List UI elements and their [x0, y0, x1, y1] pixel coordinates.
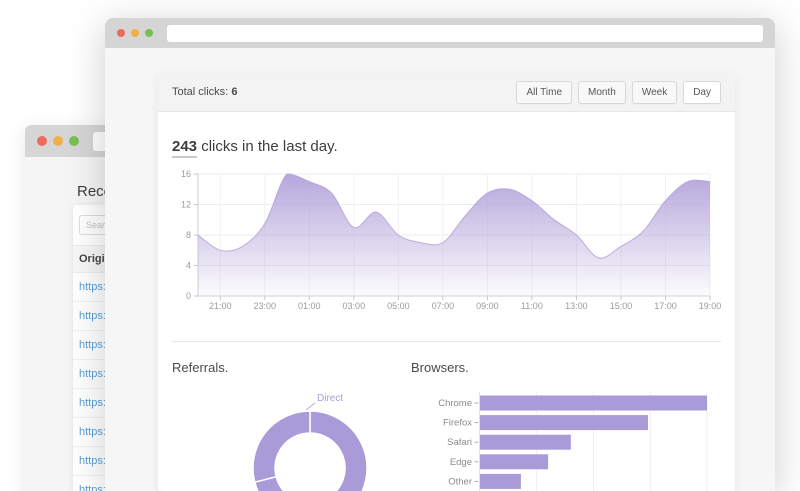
svg-text:21:00: 21:00 [209, 301, 232, 311]
bar-label: Edge [450, 457, 472, 468]
svg-text:23:00: 23:00 [254, 301, 277, 311]
close-window-icon[interactable] [117, 29, 125, 37]
front-window-titlebar [105, 18, 775, 48]
bar-label: Chrome [438, 398, 472, 409]
origin-link[interactable]: https: [79, 455, 106, 467]
browsers-bar-chart: Chrome Firefox Safari Edge Other [411, 389, 721, 491]
clicks-area-chart: 0 4 8 12 16 21:00 23:00 01:00 03:00 05:00 07:00 09:… [172, 167, 721, 315]
origin-link[interactable]: https: [79, 310, 106, 322]
svg-text:8: 8 [186, 230, 191, 240]
referrals-donut-chart: Direct [235, 391, 385, 491]
total-clicks-value: 6 [231, 86, 237, 98]
svg-text:15:00: 15:00 [610, 301, 633, 311]
clicks-headline-text: clicks in the last day. [197, 138, 338, 155]
svg-text:07:00: 07:00 [432, 301, 455, 311]
bar [480, 474, 521, 489]
bar [480, 454, 548, 469]
charts-row: Referrals. Direct Browsers. Chrome Firefo… [172, 360, 721, 491]
referrals-section: Referrals. Direct [172, 360, 411, 491]
bar [480, 415, 648, 430]
bar [480, 396, 707, 411]
svg-text:19:00: 19:00 [699, 301, 721, 311]
svg-text:13:00: 13:00 [565, 301, 588, 311]
time-filter-group: All Time Month Week Day [516, 81, 721, 104]
clicks-headline: 243 clicks in the last day. [172, 138, 721, 155]
filter-all-time-button[interactable]: All Time [516, 81, 572, 104]
svg-text:12: 12 [181, 200, 191, 210]
total-clicks-label: Total clicks: [172, 86, 228, 98]
clicks-count: 243 [172, 138, 197, 158]
svg-text:17:00: 17:00 [654, 301, 677, 311]
donut-label-direct: Direct [317, 393, 343, 404]
svg-text:16: 16 [181, 169, 191, 179]
svg-text:09:00: 09:00 [476, 301, 499, 311]
fullscreen-window-icon[interactable] [145, 29, 153, 37]
dashboard-toolbar: Total clicks: 6 All Time Month Week Day [158, 73, 735, 112]
bar [480, 435, 571, 450]
bar-label: Firefox [443, 418, 472, 429]
total-clicks: Total clicks: 6 [172, 86, 237, 98]
close-window-icon[interactable] [37, 136, 47, 146]
svg-text:11:00: 11:00 [521, 301, 543, 311]
filter-week-button[interactable]: Week [632, 81, 677, 104]
bar-label: Safari [447, 437, 472, 448]
front-url-bar[interactable] [167, 25, 763, 42]
bar-label: Other [448, 476, 472, 487]
section-divider [172, 341, 721, 342]
analytics-browser-window: Total clicks: 6 All Time Month Week Day 243… [105, 18, 775, 491]
origin-link[interactable]: https: [79, 426, 106, 438]
donut-segment [310, 411, 367, 491]
origin-link[interactable]: https: [79, 339, 106, 351]
svg-text:4: 4 [186, 261, 191, 271]
donut-segment [253, 411, 310, 482]
fullscreen-window-icon[interactable] [69, 136, 79, 146]
minimize-window-icon[interactable] [53, 136, 63, 146]
svg-text:0: 0 [186, 291, 191, 301]
origin-link[interactable]: https: [79, 368, 106, 380]
dashboard-body: 243 clicks in the last day. 0 4 8 12 16 21:00… [158, 138, 735, 491]
svg-text:03:00: 03:00 [343, 301, 366, 311]
page: Recent Origin https:https:https:https:ht… [0, 0, 800, 491]
svg-text:01:00: 01:00 [298, 301, 321, 311]
origin-link[interactable]: https: [79, 484, 106, 491]
svg-text:05:00: 05:00 [387, 301, 410, 311]
browsers-heading: Browsers. [411, 360, 721, 375]
origin-link[interactable]: https: [79, 397, 106, 409]
filter-day-button[interactable]: Day [683, 81, 721, 104]
origin-link[interactable]: https: [79, 281, 106, 293]
minimize-window-icon[interactable] [131, 29, 139, 37]
browsers-section: Browsers. Chrome Firefox Safari Edge Other [411, 360, 721, 491]
referrals-heading: Referrals. [172, 360, 411, 375]
dashboard-card: Total clicks: 6 All Time Month Week Day 243… [158, 73, 735, 491]
filter-month-button[interactable]: Month [578, 81, 626, 104]
